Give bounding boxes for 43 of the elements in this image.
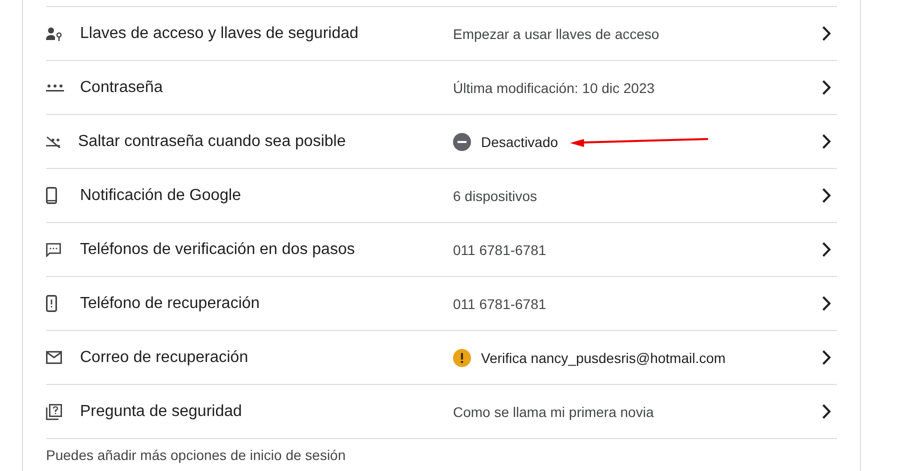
settings-row[interactable]: Notificación de Google 6 dispositivos	[46, 168, 837, 222]
email-icon	[46, 351, 62, 364]
row-value: 6 dispositivos	[453, 188, 538, 204]
row-value: Desactivado	[481, 134, 558, 150]
message-icon	[46, 242, 61, 256]
row-label: Notificación de Google	[80, 186, 242, 204]
row-value: 011 6781-6781	[453, 242, 546, 258]
chevron-right-icon	[822, 134, 831, 149]
row-value: Verifica nancy_pusdesris@hotmail.com	[481, 350, 726, 366]
chevron-right-icon	[822, 296, 831, 311]
chevron-right-icon	[822, 350, 831, 365]
row-label: Pregunta de seguridad	[80, 402, 243, 420]
password-icon	[46, 84, 64, 92]
question-icon	[46, 404, 62, 420]
chevron-right-icon	[822, 188, 831, 203]
phone-icon	[46, 187, 57, 204]
footer-text: Puedes añadir más opciones de inicio de sesión	[46, 447, 346, 463]
row-label: Correo de recuperación	[80, 348, 250, 366]
settings-row[interactable]: Correo de recuperación Verifica nancy_pusdesris@hotmail.com	[46, 330, 837, 384]
row-label: Teléfono de recuperación	[80, 294, 261, 312]
row-value: Como se llama mi primera novia	[453, 404, 654, 420]
chevron-right-icon	[822, 242, 831, 257]
row-value: 011 6781-6781	[453, 296, 546, 312]
settings-row[interactable]: Pregunta de seguridad Como se llama mi primera novia	[46, 384, 837, 438]
chevron-right-icon	[822, 80, 831, 95]
settings-row[interactable]: Teléfonos de verificación en dos pasos 011 6781-6781	[46, 222, 837, 276]
person-key-icon	[46, 26, 62, 40]
settings-row[interactable]: Llaves de acceso y llaves de seguridad Empezar a usar llaves de acceso	[46, 6, 837, 60]
chevron-right-icon	[822, 26, 831, 41]
settings-row[interactable]: Teléfono de recuperación 011 6781-6781	[46, 276, 837, 330]
warning-icon	[453, 348, 471, 366]
row-value: Última modificación: 10 dic 2023	[453, 80, 655, 96]
phone-alert-icon	[46, 295, 57, 312]
row-label: Saltar contraseña cuando sea posible	[78, 132, 347, 150]
settings-row[interactable]: Saltar contraseña cuando sea posible Desactivado	[46, 114, 837, 168]
disabled-icon	[453, 132, 471, 150]
row-label: Contraseña	[80, 78, 164, 96]
password-off-icon	[46, 136, 62, 148]
row-value: Empezar a usar llaves de acceso	[453, 26, 660, 42]
row-label: Teléfonos de verificación en dos pasos	[80, 240, 356, 258]
chevron-right-icon	[822, 404, 831, 419]
row-label: Llaves de acceso y llaves de seguridad	[80, 24, 360, 42]
settings-row[interactable]: Contraseña Última modificación: 10 dic 2023	[46, 60, 837, 114]
